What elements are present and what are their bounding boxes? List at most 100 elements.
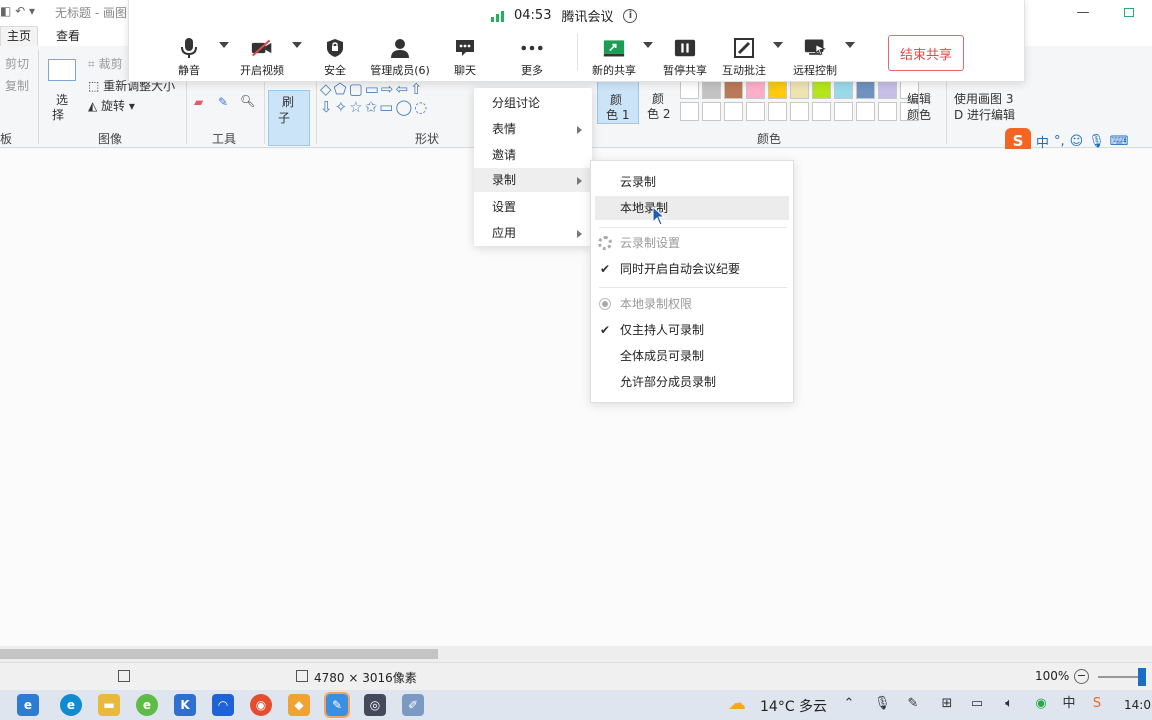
edit-colors-label[interactable]: 编辑 — [907, 90, 931, 107]
meeting-app-icon[interactable]: ◠ — [212, 694, 234, 716]
weather-text[interactable]: 14°C 多云 — [760, 696, 827, 716]
tray-app-icon[interactable]: ◉ — [1034, 697, 1048, 711]
tray-volume-icon[interactable]: 🔈︎ — [1002, 697, 1016, 711]
shapes-gallery[interactable]: ◇⬠▢▭⇨⇦⇧ ⇩✧☆✩▭◯◌ — [320, 80, 429, 116]
minimize-icon[interactable]: — — [1060, 0, 1106, 24]
eraser-icon[interactable]: ▰ — [194, 95, 203, 109]
local-record-item[interactable]: 本地录制 — [595, 196, 789, 220]
menu-item-reactions[interactable]: 表情 — [474, 117, 592, 141]
tab-view[interactable]: 查看 — [50, 27, 86, 44]
menu-item-breakout[interactable]: 分组讨论 — [474, 91, 592, 115]
tray-sogou-icon[interactable]: S — [1090, 697, 1104, 711]
tray-expand-icon[interactable]: ⌃ — [842, 697, 856, 711]
select-icon[interactable] — [48, 59, 76, 81]
color-swatch[interactable] — [746, 102, 765, 121]
color-swatch[interactable] — [680, 102, 699, 121]
select-label-2[interactable]: 择 — [52, 106, 64, 123]
color-swatch[interactable] — [856, 80, 875, 99]
ie-icon[interactable]: e — [17, 694, 39, 716]
maximize-icon[interactable] — [1106, 0, 1152, 24]
end-share-button[interactable]: 结束共享 — [888, 35, 964, 71]
cloud-record-settings-item[interactable]: 云录制设置 — [591, 231, 793, 255]
scroll-thumb[interactable] — [0, 649, 438, 659]
chrome-icon[interactable]: ◉ — [250, 694, 272, 716]
color-swatch[interactable] — [834, 80, 853, 99]
ime-lang[interactable]: 中 — [1036, 132, 1049, 151]
paint-brush-app-icon[interactable]: ✐ — [402, 694, 424, 716]
tray-network-icon[interactable]: ⊞ — [940, 697, 954, 711]
color-swatch[interactable] — [702, 80, 721, 99]
horizontal-scrollbar[interactable] — [0, 646, 1152, 662]
tab-home[interactable]: 主页 — [0, 26, 39, 46]
color-swatch[interactable] — [812, 102, 831, 121]
color-swatch[interactable] — [746, 80, 765, 99]
color-swatch[interactable] — [856, 102, 875, 121]
crop-button[interactable]: ⌗ 裁剪 — [88, 55, 123, 72]
zoom-out-icon[interactable]: − — [1074, 669, 1089, 684]
zoom-slider[interactable] — [1098, 676, 1140, 678]
security-button[interactable]: 安全 — [300, 38, 370, 78]
kugou-icon[interactable]: K — [174, 694, 196, 716]
clock[interactable]: 14:05 — [1124, 698, 1152, 712]
mute-button[interactable]: 静音 — [154, 38, 224, 78]
color-swatch[interactable] — [768, 80, 787, 99]
quick-access-icons[interactable]: ◧ ↶ ▾ — [0, 4, 35, 18]
tray-battery-icon[interactable]: ▭ — [970, 697, 984, 711]
edit-colors-label-2[interactable]: 颜色 — [907, 106, 931, 123]
camera-icon[interactable]: ◎ — [364, 694, 386, 716]
cloud-record-item[interactable]: 云录制 — [591, 170, 793, 194]
copy-button[interactable]: 复制 — [5, 77, 29, 94]
color2-label-2[interactable]: 色 2 — [647, 105, 670, 122]
color-swatch[interactable] — [878, 102, 897, 121]
tray-mic-icon[interactable]: 🎙︎ — [874, 697, 891, 711]
color-swatch[interactable] — [702, 102, 721, 121]
color-swatch[interactable] — [790, 80, 809, 99]
more-button[interactable]: 更多 — [497, 38, 567, 78]
microphone-icon[interactable]: 🎙︎ — [1088, 134, 1105, 149]
ime-punct[interactable]: °, — [1054, 134, 1065, 149]
tray-ime[interactable]: 中 — [1062, 697, 1076, 711]
browser-icon[interactable]: e — [136, 694, 158, 716]
zoom-slider-thumb[interactable] — [1138, 668, 1146, 686]
all-members-item[interactable]: 全体成员可录制 — [591, 344, 793, 368]
tray-pen-icon[interactable]: ✎ — [906, 697, 920, 711]
app-icon[interactable]: ◆ — [288, 694, 310, 716]
paint3d-label-2[interactable]: D 进行编辑 — [954, 106, 1015, 123]
color-palette[interactable] — [680, 80, 919, 121]
menu-item-invite[interactable]: 邀请 — [474, 143, 592, 167]
cut-button[interactable]: 剪切 — [5, 55, 29, 72]
color-swatch[interactable] — [768, 102, 787, 121]
keyboard-icon[interactable]: ⌨ — [1110, 134, 1129, 149]
color-swatch[interactable] — [680, 80, 699, 99]
remote-control-button[interactable]: 远程控制 — [780, 38, 850, 78]
menu-item-apps[interactable]: 应用 — [474, 221, 592, 245]
auto-minutes-item[interactable]: ✔ 同时开启自动会议纪要 — [591, 257, 793, 281]
annotate-button[interactable]: 互动批注 — [709, 38, 779, 78]
file-explorer-icon[interactable]: ▬ — [98, 694, 120, 716]
color-swatch[interactable] — [812, 80, 831, 99]
brush-button[interactable]: 刷 子 — [268, 90, 310, 146]
color-swatch[interactable] — [878, 80, 897, 99]
info-icon[interactable]: i — [623, 8, 638, 23]
color1-button[interactable]: 颜 色 1 — [597, 80, 639, 124]
rotate-button[interactable]: ◭ 旋转 ▾ — [88, 97, 135, 114]
some-members-item[interactable]: 允许部分成员录制 — [591, 370, 793, 394]
weather-icon[interactable]: ☁ — [728, 693, 746, 714]
chat-button[interactable]: 聊天 — [430, 38, 500, 78]
magnifier-icon[interactable]: 🔍︎ — [240, 94, 255, 108]
menu-item-settings[interactable]: 设置 — [474, 195, 592, 219]
new-share-button[interactable]: 新的共享 — [579, 38, 649, 78]
color-swatch[interactable] — [834, 102, 853, 121]
host-only-item[interactable]: ✔ 仅主持人可录制 — [591, 318, 793, 342]
color-swatch[interactable] — [724, 80, 743, 99]
color-swatch[interactable] — [790, 102, 809, 121]
paint3d-label[interactable]: 使用画图 3 — [954, 90, 1013, 107]
video-button[interactable]: 开启视频 — [227, 38, 297, 78]
members-button[interactable]: 管理成员(6) — [365, 38, 435, 78]
color-swatch[interactable] — [724, 102, 743, 121]
color-picker-icon[interactable]: ✎ — [218, 95, 228, 109]
edge-icon[interactable]: e — [60, 694, 82, 716]
emoji-icon[interactable]: ☺ — [1070, 134, 1084, 149]
menu-item-record[interactable]: 录制 — [474, 168, 592, 192]
remote-dropdown-caret[interactable] — [845, 42, 855, 48]
